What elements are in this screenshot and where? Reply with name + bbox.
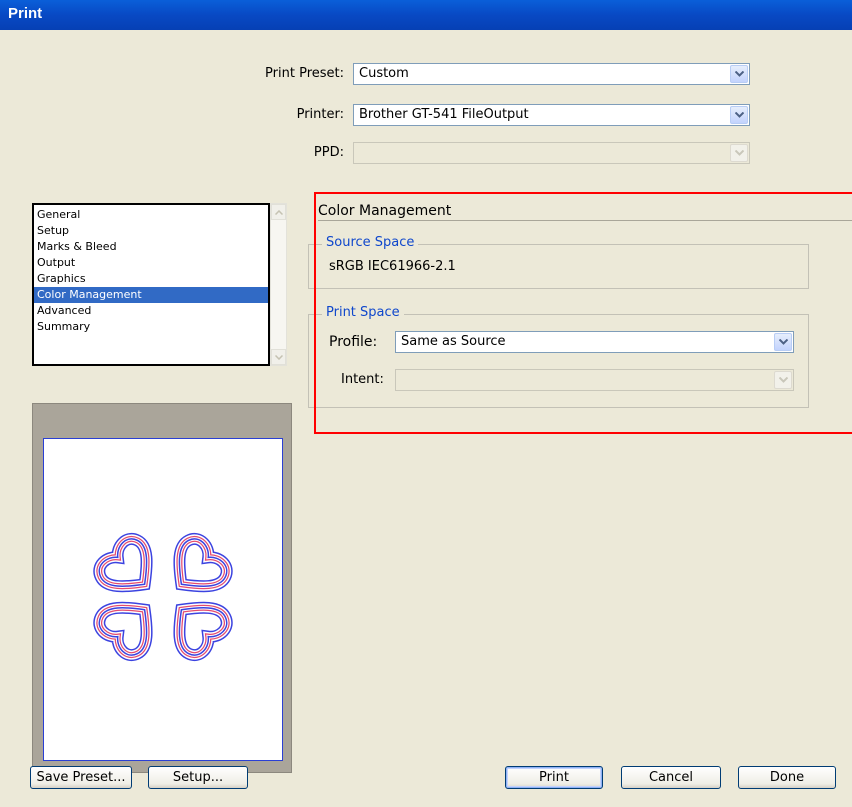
title-bar[interactable]: Print bbox=[0, 0, 852, 30]
save-preset-button[interactable]: Save Preset... bbox=[30, 766, 132, 789]
printer-value: Brother GT-541 FileOutput bbox=[359, 107, 529, 122]
print-preset-dropdown[interactable]: Custom bbox=[353, 63, 750, 85]
print-preset-value: Custom bbox=[359, 66, 409, 81]
category-item-setup[interactable]: Setup bbox=[34, 223, 268, 239]
category-item-advanced[interactable]: Advanced bbox=[34, 303, 268, 319]
category-list-scrollbar[interactable] bbox=[270, 203, 287, 366]
ppd-label: PPD: bbox=[313, 145, 344, 160]
chevron-down-icon bbox=[275, 355, 283, 360]
printer-label: Printer: bbox=[296, 107, 344, 122]
chevron-up-icon bbox=[275, 210, 283, 215]
category-item-general[interactable]: General bbox=[34, 207, 268, 223]
ppd-dropdown[interactable] bbox=[353, 142, 750, 164]
category-list[interactable]: General Setup Marks & Bleed Output Graph… bbox=[32, 203, 270, 366]
scroll-down-button[interactable] bbox=[271, 349, 286, 365]
chevron-down-icon[interactable] bbox=[730, 65, 748, 83]
category-item-color-management[interactable]: Color Management bbox=[34, 287, 268, 303]
window-title: Print bbox=[8, 5, 43, 22]
setup-button[interactable]: Setup... bbox=[148, 766, 248, 789]
done-button[interactable]: Done bbox=[738, 766, 836, 789]
category-item-graphics[interactable]: Graphics bbox=[34, 271, 268, 287]
heart-clover-image bbox=[44, 439, 282, 760]
printer-dropdown[interactable]: Brother GT-541 FileOutput bbox=[353, 104, 750, 126]
print-preview-page bbox=[43, 438, 283, 761]
scroll-up-button[interactable] bbox=[271, 204, 286, 220]
category-item-marks-bleed[interactable]: Marks & Bleed bbox=[34, 239, 268, 255]
print-preview-area bbox=[32, 403, 292, 773]
chevron-down-icon bbox=[730, 144, 748, 162]
print-button[interactable]: Print bbox=[505, 766, 603, 789]
print-preset-label: Print Preset: bbox=[265, 66, 344, 81]
category-item-output[interactable]: Output bbox=[34, 255, 268, 271]
chevron-down-icon[interactable] bbox=[730, 106, 748, 124]
highlight-box bbox=[314, 192, 852, 434]
category-item-summary[interactable]: Summary bbox=[34, 319, 268, 335]
cancel-button[interactable]: Cancel bbox=[621, 766, 721, 789]
